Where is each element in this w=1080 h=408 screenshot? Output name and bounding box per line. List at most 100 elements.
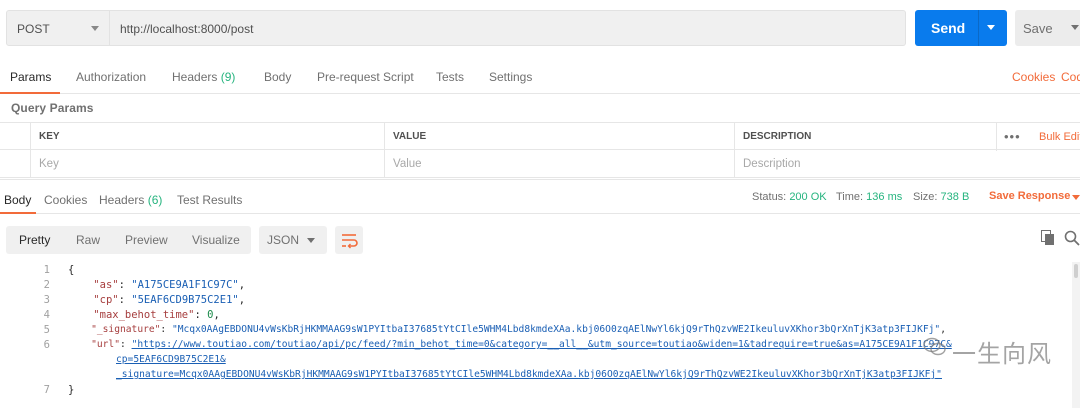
size-value[interactable]: 738 B bbox=[941, 191, 970, 203]
headers-count: (9) bbox=[220, 70, 236, 84]
tab-prerequest-script[interactable]: Pre-request Script bbox=[317, 70, 414, 84]
key-input[interactable]: Key bbox=[30, 150, 384, 178]
size-info: Size: 738 B bbox=[913, 191, 969, 203]
url-link[interactable]: _signature=Mcqx0AAgEBDONU4vWsKbRjHKMMAAG… bbox=[116, 369, 942, 380]
response-divider bbox=[0, 179, 1080, 180]
json-key: "max_behot_time" bbox=[93, 309, 195, 321]
code-line: } bbox=[68, 384, 75, 396]
tab-tests[interactable]: Tests bbox=[436, 70, 464, 84]
save-response-button[interactable]: Save Response bbox=[989, 190, 1070, 202]
description-placeholder: Description bbox=[743, 158, 801, 170]
column-value-label: VALUE bbox=[393, 131, 427, 142]
time-info: Time: 136 ms bbox=[836, 191, 902, 203]
tab-headers[interactable]: Headers (9) bbox=[172, 70, 235, 84]
table-row: Key Value Description bbox=[0, 150, 1080, 178]
response-body-editor[interactable]: 1 2 3 4 5 6 7 { "as": "A175CE9A1F1C97C",… bbox=[0, 260, 1080, 408]
json-string: "Mcqx0AAgEBDONU4vWsKbRjHKMMAAG9sW1PYItba… bbox=[171, 324, 941, 335]
time-label: Time: bbox=[836, 191, 864, 203]
cookies-link[interactable]: Cookies bbox=[1012, 70, 1055, 84]
response-tab-test-results[interactable]: Test Results bbox=[177, 193, 242, 207]
line-number: 5 bbox=[43, 324, 50, 336]
key-placeholder: Key bbox=[39, 158, 59, 170]
code-link[interactable]: Code bbox=[1061, 70, 1080, 84]
scrollbar-thumb[interactable] bbox=[1074, 264, 1078, 278]
code-line: "_signature": "Mcqx0AAgEBDONU4vWsKbRjHKM… bbox=[91, 324, 946, 335]
format-label: JSON bbox=[267, 233, 300, 247]
tab-body[interactable]: Body bbox=[264, 70, 291, 84]
table-header-row: KEY VALUE DESCRIPTION ••• Bulk Edit bbox=[0, 122, 1080, 151]
chevron-down-icon[interactable] bbox=[1071, 25, 1079, 30]
code-line: _signature=Mcqx0AAgEBDONU4vWsKbRjHKMMAAG… bbox=[116, 369, 942, 380]
code-line: "max_behot_time": 0, bbox=[93, 309, 220, 321]
tab-params[interactable]: Params bbox=[10, 70, 51, 84]
column-key: KEY bbox=[30, 123, 384, 151]
size-label: Size: bbox=[913, 191, 938, 203]
view-raw[interactable]: Raw bbox=[76, 233, 100, 247]
url-link[interactable]: "https://www.toutiao.com/toutiao/api/pc/… bbox=[132, 339, 952, 350]
search-icon[interactable] bbox=[1064, 230, 1080, 246]
column-description: DESCRIPTION bbox=[734, 123, 996, 151]
response-tab-cookies[interactable]: Cookies bbox=[44, 193, 87, 207]
line-number: 3 bbox=[43, 294, 50, 306]
description-input[interactable]: Description bbox=[734, 150, 996, 178]
copy-icon[interactable] bbox=[1041, 230, 1055, 246]
wrap-lines-icon bbox=[342, 234, 358, 249]
response-tab-headers[interactable]: Headers (6) bbox=[99, 193, 162, 207]
wechat-icon bbox=[923, 337, 946, 356]
more-options-icon[interactable]: ••• bbox=[1004, 129, 1021, 144]
status-value[interactable]: 200 OK bbox=[789, 191, 826, 203]
wrap-lines-button[interactable] bbox=[335, 226, 363, 254]
chevron-down-icon bbox=[91, 26, 99, 31]
line-number: 4 bbox=[43, 309, 50, 321]
chevron-down-icon[interactable] bbox=[1072, 195, 1080, 200]
save-button[interactable]: Save bbox=[1015, 10, 1080, 46]
response-headers-count: (6) bbox=[147, 193, 163, 207]
active-tab-indicator bbox=[0, 92, 60, 94]
code-line: "as": "A175CE9A1F1C97C", bbox=[93, 279, 246, 291]
status-info: Status: 200 OK bbox=[752, 191, 827, 203]
request-tabs: Params Authorization Headers (9) Body Pr… bbox=[0, 62, 1080, 94]
json-key: "url" bbox=[91, 339, 120, 350]
query-params-title: Query Params bbox=[11, 101, 94, 115]
value-input[interactable]: Value bbox=[384, 150, 734, 178]
response-view-bar: Pretty Raw Preview Visualize JSON bbox=[0, 225, 1080, 255]
json-key: "as" bbox=[93, 279, 119, 291]
line-number: 7 bbox=[43, 384, 50, 396]
line-number: 2 bbox=[43, 279, 50, 291]
url-link[interactable]: cp=5EAF6CD9B75C2E1& bbox=[116, 354, 226, 365]
chevron-down-icon bbox=[307, 238, 315, 243]
watermark-text: 一生向风 bbox=[952, 340, 1052, 368]
column-value: VALUE bbox=[384, 123, 734, 151]
url-input[interactable]: http://localhost:8000/post bbox=[110, 10, 906, 46]
status-label: Status: bbox=[752, 191, 787, 203]
tab-headers-label: Headers bbox=[172, 70, 218, 84]
view-mode-group: Pretty Raw Preview Visualize bbox=[6, 226, 251, 254]
json-string: "A175CE9A1F1C97C" bbox=[131, 279, 239, 291]
chevron-down-icon[interactable] bbox=[987, 25, 995, 30]
code-line: "url": "https://www.toutiao.com/toutiao/… bbox=[91, 339, 952, 350]
code-line: "cp": "5EAF6CD9B75C2E1", bbox=[93, 294, 246, 306]
save-label: Save bbox=[1023, 21, 1053, 36]
json-string: "5EAF6CD9B75C2E1" bbox=[131, 294, 239, 306]
json-number: 0 bbox=[207, 309, 214, 321]
column-description-label: DESCRIPTION bbox=[743, 131, 812, 142]
view-visualize[interactable]: Visualize bbox=[192, 233, 240, 247]
send-divider bbox=[978, 10, 979, 46]
view-preview[interactable]: Preview bbox=[125, 233, 168, 247]
tab-authorization[interactable]: Authorization bbox=[76, 70, 146, 84]
method-select[interactable]: POST bbox=[6, 10, 110, 46]
method-label: POST bbox=[17, 22, 50, 36]
url-text: http://localhost:8000/post bbox=[120, 22, 254, 36]
line-number: 1 bbox=[43, 264, 50, 276]
view-pretty[interactable]: Pretty bbox=[19, 233, 50, 247]
active-tab-indicator bbox=[0, 212, 36, 214]
time-value[interactable]: 136 ms bbox=[866, 191, 902, 203]
code-line: cp=5EAF6CD9B75C2E1& bbox=[116, 354, 226, 365]
response-tab-body[interactable]: Body bbox=[4, 193, 31, 207]
send-button[interactable]: Send bbox=[915, 10, 1007, 46]
bulk-edit-link[interactable]: Bulk Edit bbox=[1039, 131, 1080, 143]
json-key: "cp" bbox=[93, 294, 119, 306]
format-select[interactable]: JSON bbox=[259, 226, 327, 254]
request-bar: POST http://localhost:8000/post Send Sav… bbox=[0, 0, 1080, 56]
tab-settings[interactable]: Settings bbox=[489, 70, 532, 84]
